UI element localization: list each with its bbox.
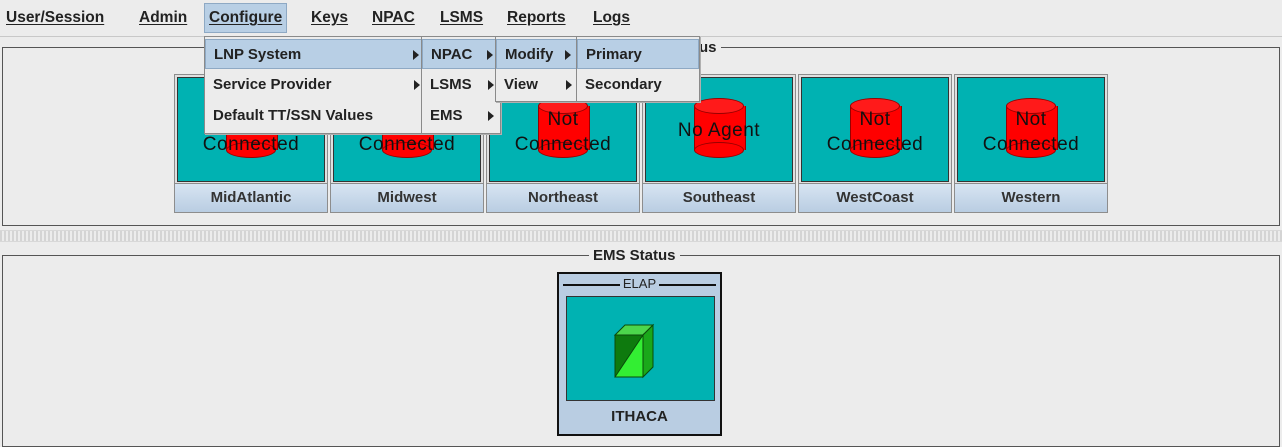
menu-item-ems[interactable]: EMS — [422, 101, 500, 131]
ems-panel-title: EMS Status — [589, 248, 680, 264]
menu-item-default-tt-ssn[interactable]: Default TT/SSN Values — [205, 101, 426, 131]
submenu-arrow-icon — [566, 80, 572, 90]
menu-item-label: Default TT/SSN Values — [213, 107, 374, 124]
region-status-line1: Not — [547, 109, 579, 130]
ems-tag-label: ELAP — [619, 276, 660, 291]
region-status-line2: Connected — [982, 134, 1080, 155]
menu-logs[interactable]: Logs — [589, 4, 634, 32]
region-name: WestCoast — [799, 183, 951, 212]
ems-tile-ithaca[interactable]: ELAP ITHACA — [557, 272, 722, 436]
region-name: Northeast — [487, 183, 639, 212]
menu-keys[interactable]: Keys — [307, 4, 352, 32]
region-screen: Not Connected — [801, 77, 949, 182]
ems-server-icon — [613, 323, 655, 379]
menu-item-view[interactable]: View — [496, 70, 578, 100]
submenu-arrow-icon — [487, 50, 493, 60]
menu-reports[interactable]: Reports — [503, 4, 570, 32]
region-status: No Agent — [677, 120, 761, 141]
region-status-line1: Not — [859, 109, 891, 130]
submenu-arrow-icon — [565, 50, 571, 60]
region-status: Connected — [358, 134, 456, 155]
ems-name: ITHACA — [611, 408, 668, 425]
menu-item-label: Secondary — [585, 76, 662, 93]
menu-bar: User/Session Admin Configure Keys NPAC L… — [0, 0, 1282, 37]
menu-item-label: EMS — [430, 107, 463, 124]
configure-menu: LNP System Service Provider Default TT/S… — [204, 36, 427, 134]
menu-item-label: Service Provider — [213, 76, 332, 93]
region-status-line2: Connected — [514, 134, 612, 155]
splitter-handle[interactable] — [0, 230, 1282, 242]
lnp-system-submenu: NPAC LSMS EMS — [421, 36, 501, 134]
menu-admin[interactable]: Admin — [135, 4, 191, 32]
menu-item-secondary[interactable]: Secondary — [577, 70, 699, 100]
region-status: Connected — [202, 134, 300, 155]
submenu-arrow-icon — [488, 111, 494, 121]
menu-item-lnp-system[interactable]: LNP System — [205, 39, 426, 69]
ems-screen — [566, 296, 715, 401]
submenu-arrow-icon — [414, 80, 420, 90]
menu-item-npac[interactable]: NPAC — [422, 39, 500, 69]
menu-npac[interactable]: NPAC — [368, 4, 419, 32]
region-screen: Not Connected — [957, 77, 1105, 182]
region-name: Midwest — [331, 183, 483, 212]
menu-item-primary[interactable]: Primary — [577, 39, 699, 69]
ems-tag: ELAP — [559, 276, 720, 291]
menu-configure[interactable]: Configure — [204, 3, 288, 33]
menu-item-label: Modify — [505, 46, 554, 63]
modify-submenu: Primary Secondary — [576, 36, 700, 102]
submenu-arrow-icon — [413, 50, 419, 60]
submenu-arrow-icon — [488, 80, 494, 90]
region-name: Southeast — [643, 183, 795, 212]
region-name: Western — [955, 183, 1107, 212]
menu-item-lsms[interactable]: LSMS — [422, 70, 500, 100]
menu-item-label: Primary — [586, 46, 642, 63]
npac-submenu: Modify View — [495, 36, 579, 102]
region-tile-westcoast[interactable]: Not Connected WestCoast — [798, 74, 952, 213]
menu-item-label: NPAC — [431, 46, 473, 63]
menu-item-label: View — [504, 76, 538, 93]
region-status-line1: Not — [1015, 109, 1047, 130]
menu-lsms[interactable]: LSMS — [436, 4, 487, 32]
region-status-line2: Connected — [826, 134, 924, 155]
region-tile-western[interactable]: Not Connected Western — [954, 74, 1108, 213]
region-name: MidAtlantic — [175, 183, 327, 212]
menu-item-label: LSMS — [430, 76, 472, 93]
menu-item-modify[interactable]: Modify — [496, 39, 578, 69]
menu-user-session[interactable]: User/Session — [2, 4, 108, 32]
menu-item-service-provider[interactable]: Service Provider — [205, 70, 426, 100]
menu-item-label: LNP System — [214, 46, 302, 63]
